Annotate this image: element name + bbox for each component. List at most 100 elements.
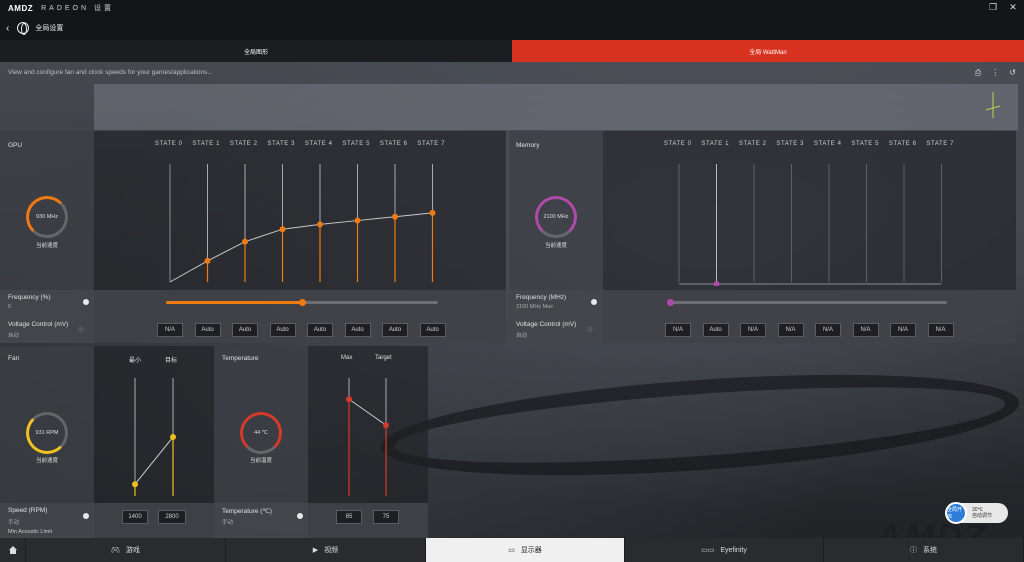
fan-curve-line: [134, 436, 174, 485]
graph-marker-icon: [986, 92, 1000, 118]
temp-mode: 手动: [222, 520, 234, 526]
toggle-state: 全局开启: [945, 502, 967, 524]
temp-target-value-box[interactable]: 75: [373, 510, 399, 524]
toggle-text: 30℃ 自动调节: [972, 507, 992, 519]
gpu-voltage-button[interactable]: N/A: [157, 323, 183, 337]
temp-point: [346, 396, 352, 403]
nav-video[interactable]: ▶ 视频: [226, 538, 426, 562]
gpu-voltage-button[interactable]: Auto: [232, 323, 258, 337]
gpu-state-label: STATE 6: [379, 141, 408, 147]
gpu-voltage-label: Voltage Control (mV): [8, 321, 69, 328]
page-title: 全局设置: [35, 25, 64, 32]
gpu-voltage-button[interactable]: Auto: [194, 323, 221, 337]
memory-state-header: STATE 0 STATE 1 STATE 2 STATE 3 STATE 4 …: [659, 141, 959, 147]
restore-icon[interactable]: ❐: [988, 2, 998, 12]
back-arrow-icon[interactable]: ‹: [6, 23, 9, 34]
nav-eyefinity-label: Eyefinity: [720, 546, 747, 554]
gamepad-icon: 🎮︎: [111, 547, 120, 554]
gpu-voltage-button[interactable]: Auto: [382, 323, 408, 337]
temperature-curve-chart[interactable]: [333, 374, 403, 500]
gpu-clock-gauge: 930 MHz: [26, 196, 68, 238]
gpu-voltage-buttons: N/A Auto Auto Auto Auto Auto Auto Auto: [157, 323, 457, 337]
gpu-gauge-value: 930 MHz: [35, 214, 58, 220]
memory-frequency-value: 2100 MHz Max: [516, 304, 553, 310]
temp-info-icon[interactable]: [297, 513, 303, 519]
fan-speed-info-icon[interactable]: [83, 513, 89, 519]
gpu-frequency-label: Frequency (%): [8, 294, 51, 301]
gpu-state-label: STATE 1: [192, 141, 221, 147]
nav-display[interactable]: ▭ 显示器: [426, 538, 625, 562]
tab-global-wattman[interactable]: 全局 WattMan: [512, 40, 1024, 62]
gpu-voltage-button[interactable]: Auto: [344, 323, 371, 337]
temp-title: Temperature: [222, 355, 259, 362]
gpu-voltage-button[interactable]: Auto: [419, 323, 446, 337]
globe-icon: [17, 22, 30, 35]
gpu-voltage-toggle[interactable]: [78, 326, 84, 332]
nav-system-label: 系统: [923, 547, 937, 554]
memory-voltage-button[interactable]: N/A: [665, 323, 691, 337]
memory-frequency-knob[interactable]: [667, 299, 674, 306]
temp-max-value-box[interactable]: 85: [336, 510, 362, 524]
memory-gauge-label: 当前速度: [544, 243, 567, 249]
fan-target-value-box[interactable]: 2800: [158, 510, 186, 524]
fan-curve-chart[interactable]: [120, 374, 190, 500]
memory-frequency-slider[interactable]: [667, 299, 947, 306]
temp-gauge-value: 44 ℃: [254, 430, 268, 436]
memory-voltage-button[interactable]: N/A: [927, 323, 954, 337]
gpu-frequency-slider[interactable]: [166, 299, 438, 306]
global-toggle[interactable]: 全局开启 30℃ 自动调节: [945, 502, 1008, 524]
memory-gauge-value: 2100 MHz: [543, 214, 569, 220]
gpu-voltage-button[interactable]: Auto: [269, 323, 296, 337]
tab-global-graphics[interactable]: 全局图形: [0, 40, 512, 62]
memory-voltage-button[interactable]: N/A: [852, 323, 879, 337]
gpu-state-label: STATE 7: [417, 141, 446, 147]
memory-voltage-button[interactable]: Auto: [702, 323, 729, 337]
background-track: [377, 357, 1023, 493]
memory-frequency-info-icon[interactable]: [591, 299, 597, 305]
gpu-state-label: STATE 3: [267, 141, 296, 147]
memory-voltage-button[interactable]: N/A: [740, 323, 766, 337]
memory-state-label: STATE 1: [701, 141, 730, 147]
memory-voltage-label: Voltage Control (mV): [516, 321, 577, 328]
more-icon[interactable]: ⋮: [991, 68, 999, 78]
nav-home[interactable]: [0, 538, 26, 562]
memory-voltage-button[interactable]: N/A: [815, 323, 841, 337]
nav-gaming-label: 游戏: [125, 547, 140, 554]
gpu-voltage-button[interactable]: Auto: [307, 323, 333, 337]
memory-state-chart[interactable]: [659, 160, 959, 286]
memory-frequency-label: Frequency (MHz): [516, 294, 567, 301]
preset-icon[interactable]: ⎙: [975, 68, 981, 78]
nav-eyefinity[interactable]: ▭▭ Eyefinity: [625, 538, 824, 562]
gpu-gauge-label: 当前速度: [35, 243, 58, 249]
nav-gaming[interactable]: 🎮︎ 游戏: [26, 538, 226, 562]
memory-state-label: STATE 2: [738, 141, 767, 147]
close-icon[interactable]: ✕: [1008, 2, 1018, 12]
gpu-state-header: STATE 0 STATE 1 STATE 2 STATE 3 STATE 4 …: [150, 141, 450, 147]
nav-system[interactable]: ⓘ 系统: [824, 538, 1024, 562]
fan-min-value-box[interactable]: 1400: [122, 510, 148, 524]
gpu-frequency-knob[interactable]: [299, 299, 306, 306]
page-description: View and configure fan and clock speeds …: [8, 69, 213, 76]
reset-icon[interactable]: ↺: [1009, 68, 1016, 78]
gpu-state-point: [242, 238, 248, 245]
radeon-settings-title: RADEON 设置: [41, 5, 115, 12]
memory-voltage-buttons: N/A Auto N/A N/A N/A N/A N/A N/A: [665, 323, 965, 337]
memory-state-label: STATE 3: [776, 141, 805, 147]
fan-title: Fan: [8, 355, 20, 362]
temp-label: Temperature (℃): [222, 508, 272, 515]
eyefinity-icon: ▭▭: [701, 547, 715, 554]
gpu-state-point: [204, 257, 211, 264]
info-icon: ⓘ: [910, 547, 917, 554]
gpu-state-chart[interactable]: [150, 160, 450, 286]
fan-col-target: 目标: [165, 358, 178, 364]
memory-voltage-toggle[interactable]: [587, 326, 593, 332]
temp-curve-line: [348, 398, 387, 426]
gpu-voltage-mode: 自动: [8, 333, 20, 339]
memory-voltage-button[interactable]: N/A: [777, 323, 804, 337]
nav-display-label: 显示器: [520, 547, 542, 554]
fan-speed-gauge: 931 RPM: [26, 412, 68, 454]
history-graph-strip: [94, 84, 1018, 130]
nav-video-label: 视频: [324, 547, 339, 554]
gpu-frequency-info-icon[interactable]: [83, 299, 89, 305]
memory-voltage-button[interactable]: N/A: [890, 323, 916, 337]
